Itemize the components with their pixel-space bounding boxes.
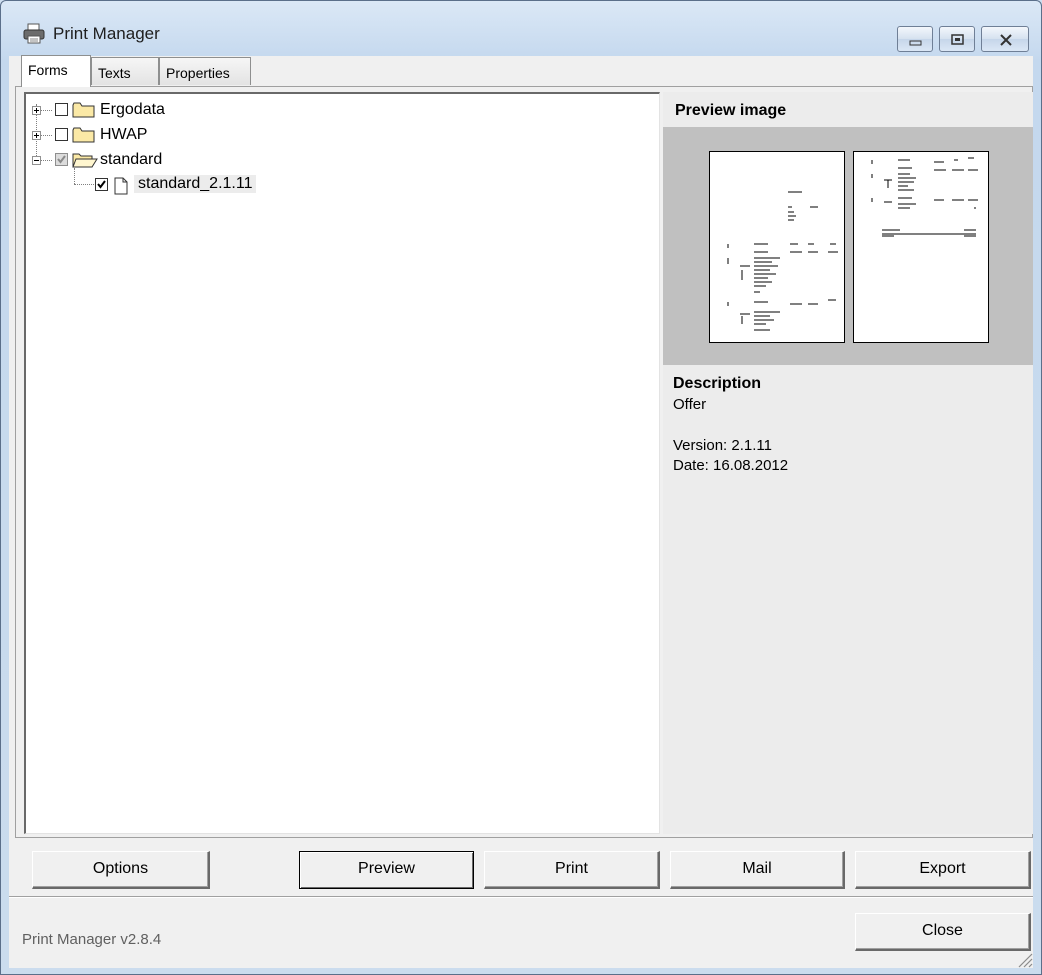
footer-divider — [9, 896, 1033, 898]
window-title: Print Manager — [53, 24, 160, 43]
tree-node-label: HWAP — [100, 126, 148, 143]
close-button[interactable]: Close — [855, 913, 1031, 951]
client-area: Forms Texts Properties Ergodata HWAP sta… — [9, 55, 1033, 968]
page-thumbnail — [727, 191, 838, 331]
export-button[interactable]: Export — [855, 851, 1031, 889]
page-thumbnail — [871, 157, 978, 237]
preview-title: Preview image — [675, 102, 787, 119]
tree-node-standard-2-1-11[interactable]: standard_2.1.11 — [26, 174, 326, 196]
tab-texts[interactable]: Texts — [91, 57, 159, 85]
preview-image — [663, 127, 1033, 365]
tree-node-ergodata[interactable]: Ergodata — [26, 99, 326, 121]
close-window-button[interactable] — [981, 26, 1029, 52]
printer-icon — [23, 23, 45, 44]
expand-icon[interactable] — [32, 131, 41, 140]
resize-grip-icon[interactable] — [1015, 950, 1033, 968]
preview-button[interactable]: Preview — [299, 851, 474, 889]
forms-tree[interactable]: Ergodata HWAP standard standard_2.1.11 — [24, 92, 660, 834]
minimize-icon — [909, 40, 922, 46]
mail-button[interactable]: Mail — [670, 851, 845, 889]
restore-button[interactable] — [939, 26, 975, 52]
description-text: Offer — [673, 396, 707, 413]
close-icon — [1000, 34, 1012, 46]
title-bar[interactable]: Print Manager — [1, 1, 1041, 57]
preview-page-2 — [853, 151, 989, 343]
tree-node-label: Ergodata — [100, 101, 165, 118]
expand-icon[interactable] — [32, 106, 41, 115]
tab-forms[interactable]: Forms — [21, 55, 91, 87]
description-title: Description — [673, 375, 762, 392]
version-text: Version: 2.1.11 — [673, 437, 772, 454]
node-checkbox-partial[interactable] — [55, 153, 68, 166]
app-version: Print Manager v2.8.4 — [22, 931, 162, 948]
folder-icon — [72, 127, 95, 143]
folder-icon — [72, 102, 95, 118]
collapse-icon[interactable] — [32, 156, 41, 165]
tree-node-hwap[interactable]: HWAP — [26, 124, 326, 146]
print-button[interactable]: Print — [484, 851, 660, 889]
preview-panel: Preview image Description Offer Version:… — [663, 92, 1033, 834]
node-checkbox[interactable] — [55, 103, 68, 116]
date-text: Date: 16.08.2012 — [673, 457, 789, 474]
tree-node-label: standard_2.1.11 — [134, 175, 257, 193]
document-icon — [114, 177, 128, 195]
tree-node-label: standard — [100, 151, 163, 168]
tab-properties[interactable]: Properties — [159, 57, 251, 85]
minimize-button[interactable] — [897, 26, 933, 52]
restore-icon — [951, 34, 964, 45]
preview-page-1 — [709, 151, 845, 343]
print-manager-window: Print Manager Forms Texts Properties Erg… — [0, 0, 1042, 975]
node-checkbox-checked[interactable] — [95, 178, 108, 191]
options-button[interactable]: Options — [32, 851, 210, 889]
tree-node-standard[interactable]: standard — [26, 149, 326, 171]
node-checkbox[interactable] — [55, 128, 68, 141]
open-folder-icon — [72, 153, 98, 168]
